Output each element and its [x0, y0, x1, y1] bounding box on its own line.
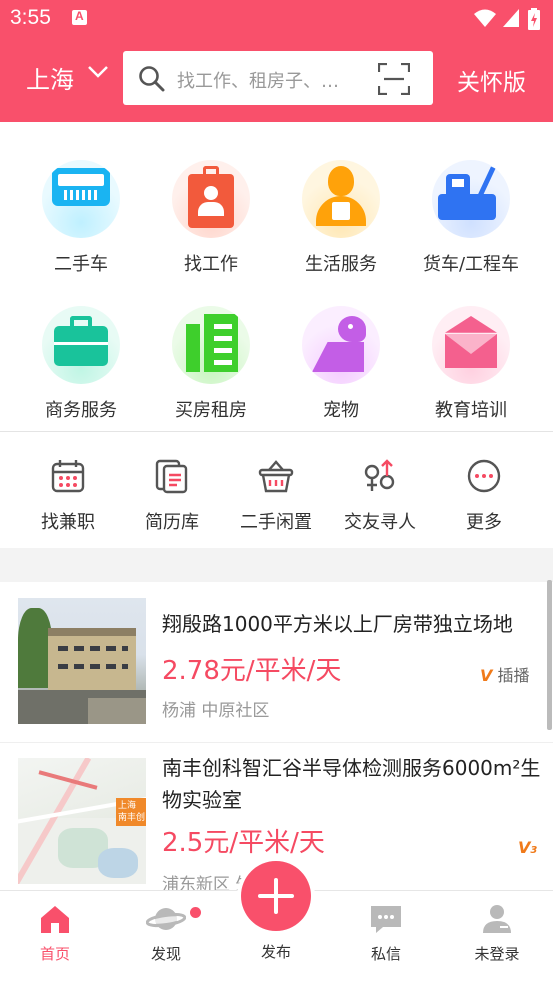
shortcut-second-hand[interactable]: 二手闲置	[224, 458, 328, 534]
category-business[interactable]: 商务服务	[16, 306, 146, 422]
user-icon	[483, 905, 511, 933]
shortcut-resume[interactable]: 简历库	[120, 458, 224, 534]
tab-label: 私信	[370, 945, 401, 963]
status-time: 3:55	[10, 6, 51, 29]
shortcut-part-time[interactable]: 找兼职	[16, 458, 120, 534]
shortcut-label: 更多	[466, 512, 502, 533]
scrollbar[interactable]	[547, 580, 552, 730]
section-divider	[0, 431, 553, 432]
category-truck[interactable]: 货车/工程车	[406, 160, 536, 276]
truck-icon	[432, 160, 510, 238]
car-icon	[42, 160, 120, 238]
category-education[interactable]: 教育培训	[406, 306, 536, 422]
listing-price: 2.5元/平米/天	[162, 828, 325, 858]
listing-map-image: 上海 南丰创	[18, 758, 146, 884]
listing-item[interactable]: 翔殷路1000平方米以上厂房带独立场地 2.78元/平米/天 杨浦 中原社区 V…	[0, 598, 553, 740]
tab-label: 未登录	[474, 945, 520, 963]
search-input[interactable]: 找工作、租房子、…	[123, 51, 433, 105]
service-person-icon	[302, 160, 380, 238]
tab-profile[interactable]: 未登录	[457, 903, 537, 964]
wifi-icon	[474, 9, 496, 27]
listing-divider	[0, 742, 553, 743]
category-used-car[interactable]: 二手车	[16, 160, 146, 276]
planet-icon	[145, 908, 187, 930]
category-label: 商务服务	[45, 400, 117, 421]
category-label: 找工作	[184, 254, 238, 275]
more-icon	[467, 459, 501, 493]
gender-icon	[364, 459, 395, 491]
publish-button[interactable]	[241, 861, 311, 931]
signal-icon	[503, 9, 519, 27]
tab-home[interactable]: 首页	[15, 903, 95, 964]
shortcut-label: 找兼职	[41, 512, 95, 533]
tab-label: 首页	[39, 945, 70, 963]
map-label: 上海 南丰创	[116, 798, 146, 826]
vip-icon: V	[480, 666, 493, 685]
listing-photo	[18, 598, 146, 724]
tab-messages[interactable]: 私信	[346, 903, 426, 964]
listing-title: 翔殷路1000平方米以上厂房带独立场地	[162, 612, 513, 636]
home-icon	[41, 906, 69, 933]
plus-icon	[258, 878, 294, 914]
shortcut-label: 交友寻人	[344, 512, 416, 533]
search-placeholder: 找工作、租房子、…	[177, 71, 339, 92]
calendar-icon	[51, 460, 85, 493]
vip-level-icon: V3	[518, 838, 538, 857]
listing-location: 杨浦 中原社区	[162, 701, 270, 721]
care-mode-button[interactable]: 关怀版	[457, 63, 526, 97]
listing-price: 2.78元/平米/天	[162, 656, 342, 686]
category-label: 货车/工程车	[422, 254, 520, 275]
notification-dot	[190, 907, 201, 918]
briefcase-person-icon	[172, 160, 250, 238]
category-pet[interactable]: 宠物	[276, 306, 406, 422]
listing-title: 南丰创科智汇谷半导体检测服务6000m²生物实验室	[162, 758, 541, 812]
promo-badge: V 插播	[480, 666, 530, 685]
shortcut-more[interactable]: 更多	[432, 458, 536, 534]
chevron-down-icon[interactable]	[87, 64, 109, 80]
building-icon	[172, 306, 250, 384]
basket-icon	[258, 460, 294, 493]
tab-label: 发现	[150, 945, 181, 963]
category-label: 二手车	[54, 254, 108, 275]
notification-icon	[72, 9, 87, 25]
search-icon	[139, 66, 165, 92]
category-label: 买房租房	[175, 400, 247, 421]
shortcut-label: 简历库	[145, 512, 199, 533]
category-find-job[interactable]: 找工作	[146, 160, 276, 276]
category-life-service[interactable]: 生活服务	[276, 160, 406, 276]
status-bar: 3:55	[0, 0, 553, 38]
section-gap	[0, 548, 553, 582]
header-bar: 3:55 上海 找工作、租房子、… 关怀版	[0, 0, 553, 122]
battery-icon	[528, 8, 540, 30]
category-label: 教育培训	[435, 400, 507, 421]
pet-icon	[302, 306, 380, 384]
business-case-icon	[42, 306, 120, 384]
category-label: 生活服务	[305, 254, 377, 275]
tab-label: 发布	[260, 943, 291, 961]
tab-publish-label[interactable]: 发布	[236, 937, 316, 962]
shortcut-dating[interactable]: 交友寻人	[328, 458, 432, 534]
shortcut-label: 二手闲置	[240, 512, 312, 533]
category-label: 宠物	[323, 400, 359, 421]
scan-icon[interactable]	[378, 63, 410, 95]
category-housing[interactable]: 买房租房	[146, 306, 276, 422]
chat-icon	[371, 906, 401, 933]
education-icon	[432, 306, 510, 384]
city-selector[interactable]: 上海	[26, 60, 74, 95]
resume-icon	[155, 459, 188, 494]
